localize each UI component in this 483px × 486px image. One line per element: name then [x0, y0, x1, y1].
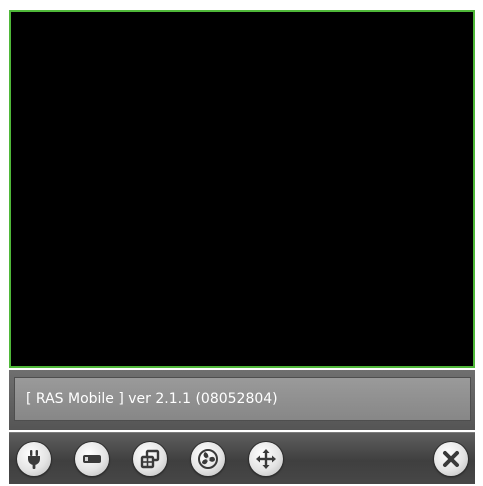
- toolbar: [9, 432, 475, 484]
- windows-icon: [140, 449, 160, 469]
- disconnect-button[interactable]: [75, 442, 109, 476]
- connect-button[interactable]: [17, 442, 51, 476]
- close-button[interactable]: [434, 442, 468, 476]
- ras-mobile-window: [ RAS Mobile ] ver 2.1.1 (08052804): [0, 0, 483, 486]
- plug-icon: [28, 450, 40, 469]
- status-panel: [ RAS Mobile ] ver 2.1.1 (08052804): [9, 370, 475, 430]
- video-display[interactable]: [9, 10, 475, 368]
- status-text: [ RAS Mobile ] ver 2.1.1 (08052804): [14, 377, 471, 421]
- close-icon: [443, 451, 459, 467]
- fan-button[interactable]: [191, 442, 225, 476]
- window-button[interactable]: [133, 442, 167, 476]
- fan-icon: [198, 449, 218, 469]
- move-button[interactable]: [249, 442, 283, 476]
- minus-bar-icon: [83, 455, 101, 463]
- move-icon: [256, 449, 276, 469]
